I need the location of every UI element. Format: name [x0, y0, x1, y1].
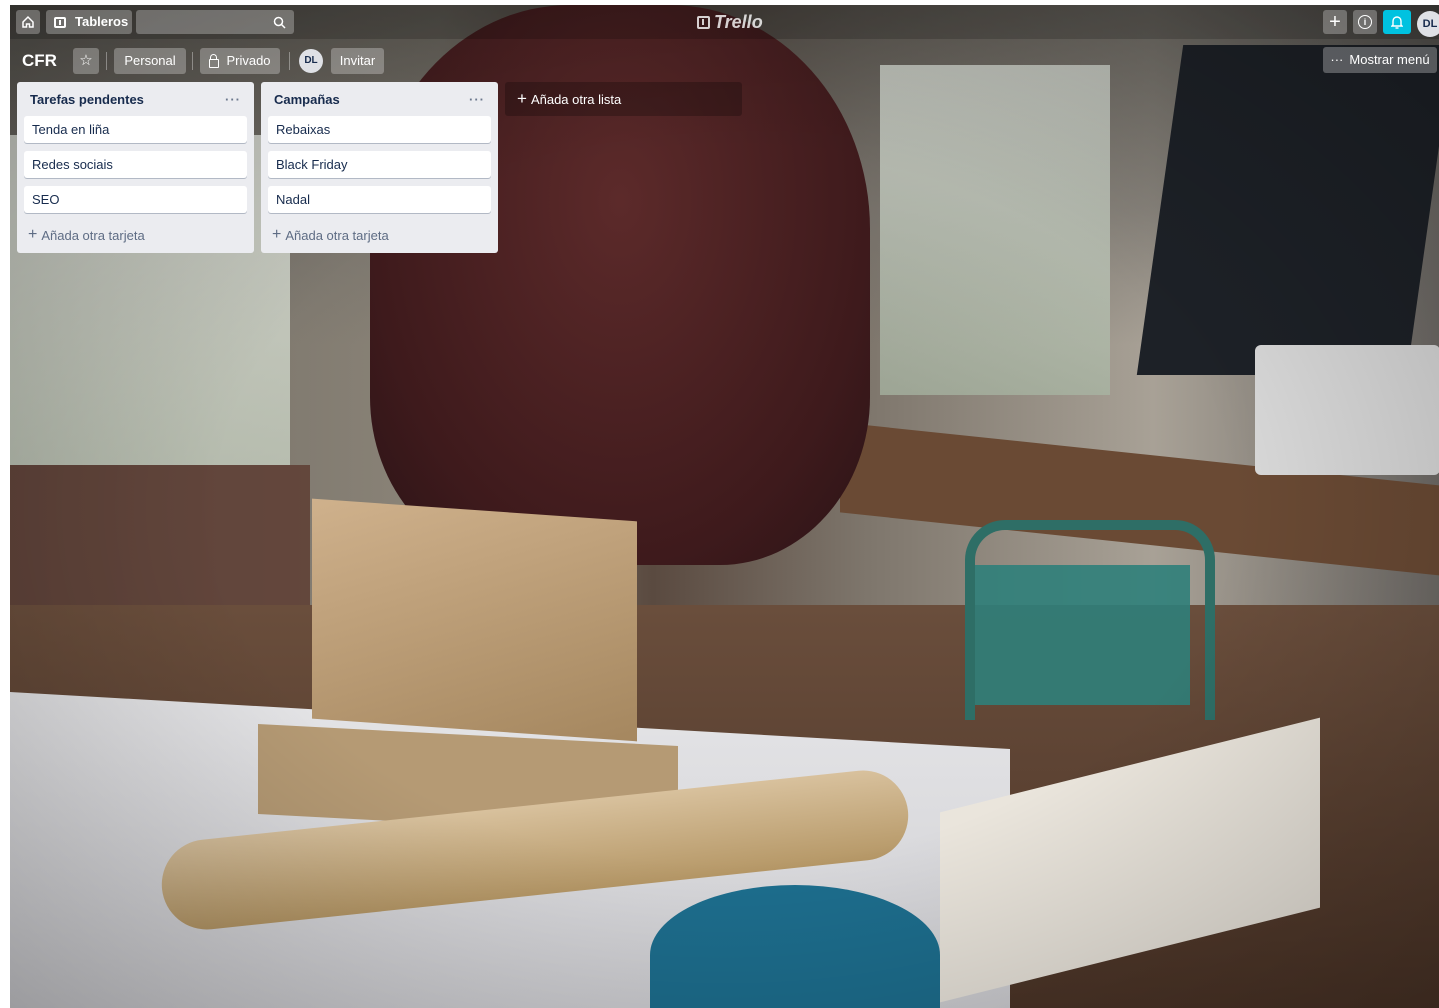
list-menu-icon[interactable]: ··· [225, 92, 241, 107]
card[interactable]: Redes sociais [24, 151, 247, 178]
list-title[interactable]: Tarefas pendentes [30, 92, 144, 107]
card[interactable]: SEO [24, 186, 247, 213]
add-card-button[interactable]: + Añada otra tarjeta [24, 221, 247, 249]
lock-icon [209, 53, 220, 68]
team-button[interactable]: Personal [114, 48, 186, 74]
home-icon [22, 15, 34, 28]
member-avatar[interactable]: DL [299, 49, 323, 73]
show-menu-button[interactable]: ··· Mostrar menú [1323, 47, 1437, 73]
visibility-label: Privado [226, 53, 271, 68]
top-header: Tableros Trello + i DL [10, 5, 1439, 39]
list-header: Tarefas pendentes ··· [24, 82, 247, 116]
invite-button[interactable]: Invitar [331, 48, 384, 74]
trello-logo[interactable]: Trello [697, 12, 763, 33]
bell-icon [1391, 16, 1403, 29]
board-title[interactable]: CFR [18, 51, 61, 71]
card[interactable]: Rebaixas [268, 116, 491, 143]
info-icon: i [1358, 15, 1372, 29]
add-button[interactable]: + [1323, 10, 1347, 34]
boards-icon [54, 16, 66, 28]
add-card-label: Añada otra tarjeta [41, 227, 145, 243]
trello-logo-icon [697, 16, 710, 29]
list-menu-icon[interactable]: ··· [469, 92, 485, 107]
card[interactable]: Tenda en liña [24, 116, 247, 143]
divider [289, 52, 290, 70]
divider [106, 52, 107, 70]
add-card-label: Añada otra tarjeta [285, 227, 389, 243]
plus-icon: + [28, 226, 38, 243]
star-icon: ☆ [79, 52, 93, 69]
add-icon: + [1329, 11, 1341, 33]
more-icon: ··· [1330, 52, 1344, 67]
list-title[interactable]: Campañas [274, 92, 340, 107]
list-header: Campañas ··· [268, 82, 491, 116]
search-input[interactable] [136, 10, 294, 34]
card[interactable]: Black Friday [268, 151, 491, 178]
home-button[interactable] [16, 10, 40, 34]
add-list-button[interactable]: + Añada otra lista [505, 82, 742, 116]
search-icon [273, 16, 286, 29]
star-board-button[interactable]: ☆ [73, 48, 99, 74]
notifications-button[interactable] [1383, 10, 1411, 34]
info-button[interactable]: i [1353, 10, 1377, 34]
list-campanas[interactable]: Campañas ··· Rebaixas Black Friday Nadal… [261, 82, 498, 253]
boards-button[interactable]: Tableros [46, 10, 132, 34]
card[interactable]: Nadal [268, 186, 491, 213]
plus-icon: + [517, 89, 527, 108]
divider [192, 52, 193, 70]
team-label: Personal [124, 53, 176, 68]
visibility-button[interactable]: Privado [200, 48, 280, 74]
plus-icon: + [272, 226, 282, 243]
list-tarefas-pendentes[interactable]: Tarefas pendentes ··· Tenda en liña Rede… [17, 82, 254, 253]
add-card-button[interactable]: + Añada otra tarjeta [268, 221, 491, 249]
boards-label: Tableros [75, 14, 129, 29]
logo-text: Trello [714, 12, 763, 32]
user-avatar[interactable]: DL [1417, 11, 1439, 37]
add-list-label: Añada otra lista [530, 91, 622, 107]
show-menu-label: Mostrar menú [1349, 52, 1430, 67]
invite-label: Invitar [339, 53, 376, 68]
